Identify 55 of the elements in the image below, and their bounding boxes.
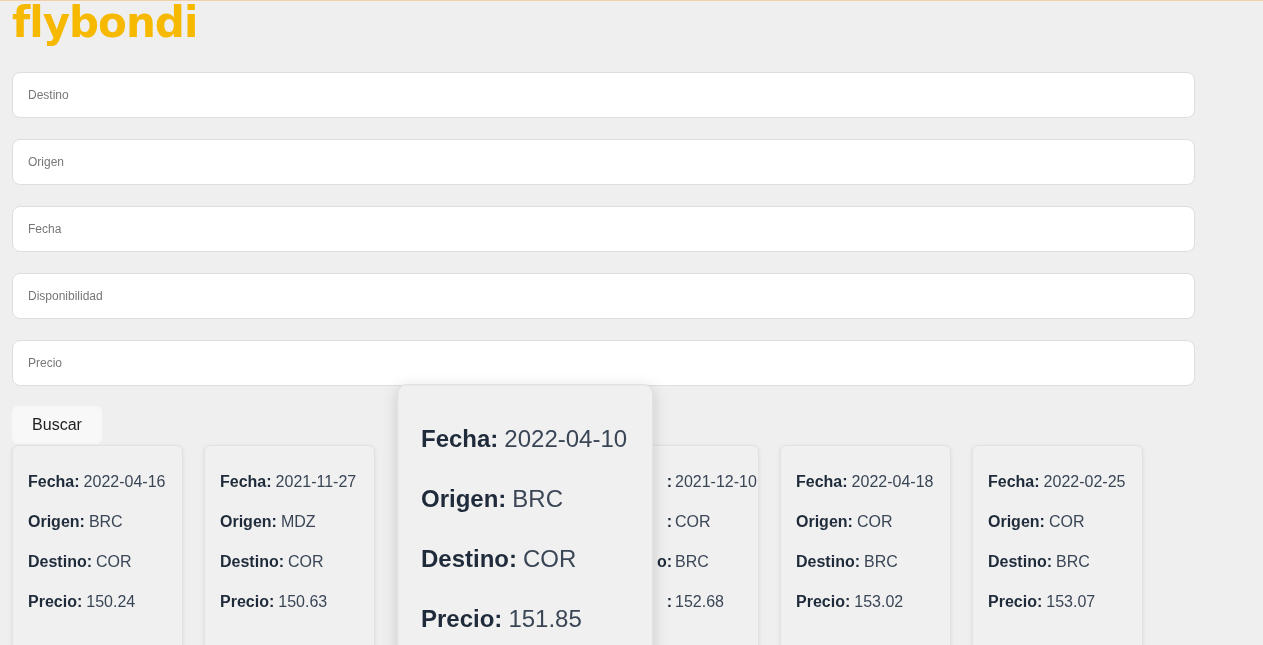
field-label: Origen: [988, 513, 1045, 530]
field-label: Precio: [988, 593, 1043, 610]
field-label: Precio: [421, 606, 503, 632]
input-field[interactable]: Origen [12, 139, 1195, 185]
field-label: Origen: [220, 513, 277, 530]
field-label: Fecha: [988, 473, 1040, 490]
field-value: 2021-12-10 [675, 472, 757, 491]
field-label: Fecha: [28, 473, 80, 490]
field-label: Origen: [796, 513, 853, 530]
field-label: o: [656, 552, 672, 571]
field-value: 153.02 [854, 593, 904, 610]
field-label: Destino: [988, 553, 1052, 570]
field-label: Fecha: [220, 473, 272, 490]
field-value: BRC [864, 553, 898, 570]
input-field[interactable]: Precio [12, 340, 1195, 386]
field-value: 152.68 [675, 592, 725, 611]
field-label: Precio: [796, 593, 851, 610]
field-value: COR [675, 512, 712, 531]
field-value: 2022-02-25 [1043, 473, 1126, 490]
field-label: Destino: [796, 553, 860, 570]
input-field[interactable]: Disponibilidad [12, 273, 1195, 319]
search-button[interactable]: Buscar [12, 406, 102, 444]
field-value: COR [288, 553, 324, 570]
field-label: Precio: [220, 593, 275, 610]
input-field[interactable]: Destino [12, 72, 1195, 118]
field-value: COR [1048, 513, 1085, 530]
field-label: : [666, 472, 672, 491]
field-label: : [666, 512, 672, 531]
field-value: COR [856, 513, 893, 530]
field-value: BRC [675, 552, 710, 571]
field-value: 2022-04-16 [83, 473, 166, 490]
field-value: 150.24 [86, 593, 136, 610]
field-value: 150.63 [278, 593, 328, 610]
field-value: 2022-04-18 [851, 473, 934, 490]
field-label: Destino: [28, 553, 92, 570]
field-value: COR [523, 546, 577, 572]
field-value: 2022-04-10 [504, 426, 628, 452]
field-value: BRC [1056, 553, 1090, 570]
field-value: 151.85 [508, 606, 582, 632]
field-label: Destino: [220, 553, 284, 570]
field-value: BRC [512, 486, 563, 512]
field-value: COR [96, 553, 132, 570]
field-label: Origen: [421, 486, 507, 512]
field-label: Fecha: [421, 426, 499, 452]
field-label: Origen: [28, 513, 85, 530]
field-label: Fecha: [796, 473, 848, 490]
field-label: : [666, 592, 672, 611]
input-field[interactable]: Fecha [12, 206, 1195, 252]
field-value: 153.07 [1046, 593, 1096, 610]
field-value: BRC [88, 513, 123, 530]
field-label: Destino: [421, 546, 517, 572]
field-value: 2021-11-27 [275, 473, 357, 490]
field-label: Precio: [28, 593, 83, 610]
logo: flybondi [12, 1, 198, 45]
field-value: MDZ [280, 513, 316, 530]
